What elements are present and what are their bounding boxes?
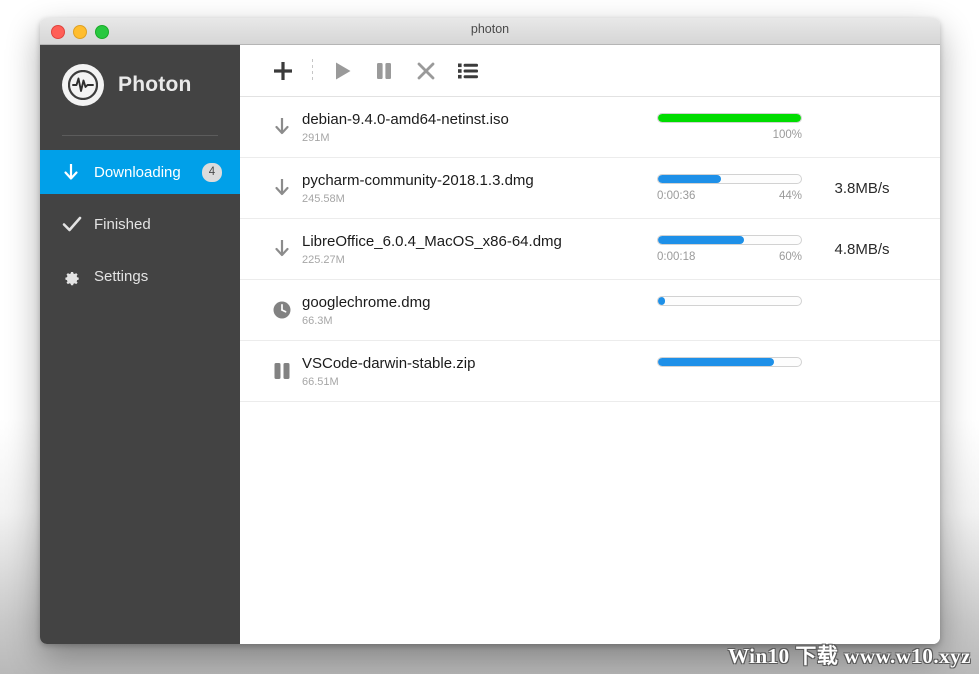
progress-fill xyxy=(658,113,801,122)
play-icon xyxy=(336,62,351,79)
file-name: pycharm-community-2018.1.3.dmg xyxy=(302,171,534,189)
download-speed: 3.8MB/s xyxy=(834,179,890,197)
sidebar-item-label: Downloading xyxy=(94,163,181,181)
progress-bar xyxy=(657,234,802,245)
progress-bar xyxy=(657,112,802,123)
table-row[interactable]: pycharm-community-2018.1.3.dmg 245.58M 0… xyxy=(240,158,940,219)
sidebar-item-label: Settings xyxy=(94,267,149,285)
download-info: googlechrome.dmg 66.3M xyxy=(302,293,657,328)
progress-meta: 100% xyxy=(657,129,802,142)
table-row[interactable]: debian-9.4.0-amd64-netinst.iso 291M 100% xyxy=(240,97,940,158)
downloading-count-badge: 4 xyxy=(202,162,222,182)
nav-spacer-2 xyxy=(40,246,240,254)
toolbar-separator xyxy=(312,58,313,83)
file-size: 66.3M xyxy=(302,314,333,327)
table-row[interactable]: LibreOffice_6.0.4_MacOS_x86-64.dmg 225.2… xyxy=(240,219,940,280)
file-name: googlechrome.dmg xyxy=(302,293,431,311)
sidebar: Photon Downloading 4 Finished Settings xyxy=(40,45,240,644)
waveform-circle-icon xyxy=(62,64,104,106)
remove-button[interactable] xyxy=(405,51,447,91)
toolbar xyxy=(240,45,940,97)
progress-fill xyxy=(658,235,744,244)
download-info: pycharm-community-2018.1.3.dmg 245.58M xyxy=(302,171,657,206)
file-size: 225.27M xyxy=(302,253,345,266)
file-name: VSCode-darwin-stable.zip xyxy=(302,354,476,372)
app-window: photon Photon Downloading 4 Finished Set… xyxy=(40,18,940,644)
progress-meta: 0:00:18 60% xyxy=(657,251,802,264)
percent-label: 60% xyxy=(778,250,802,263)
sidebar-item-finished[interactable]: Finished xyxy=(40,202,240,246)
sidebar-item-label: Finished xyxy=(94,215,151,233)
progress-fill xyxy=(658,357,774,366)
clock-icon xyxy=(262,300,302,320)
download-info: LibreOffice_6.0.4_MacOS_x86-64.dmg 225.2… xyxy=(302,232,657,267)
progress-bar xyxy=(657,173,802,184)
brand: Photon xyxy=(40,45,240,125)
main-panel: debian-9.4.0-amd64-netinst.iso 291M 100% xyxy=(240,45,940,644)
download-info: VSCode-darwin-stable.zip 66.51M xyxy=(302,354,657,389)
file-size: 66.51M xyxy=(302,375,339,388)
plus-icon xyxy=(274,61,292,80)
download-list: debian-9.4.0-amd64-netinst.iso 291M 100% xyxy=(240,97,940,644)
progress-column: 0:00:36 44% xyxy=(657,173,802,203)
percent-label: 44% xyxy=(778,189,802,202)
progress-column: 0:00:18 60% xyxy=(657,234,802,264)
time-remaining: 0:00:18 xyxy=(657,250,696,263)
progress-fill xyxy=(658,296,666,305)
progress-bar xyxy=(657,356,802,367)
sidebar-item-settings[interactable]: Settings xyxy=(40,254,240,298)
resume-button[interactable] xyxy=(321,51,363,91)
table-row[interactable]: VSCode-darwin-stable.zip 66.51M xyxy=(240,341,940,402)
progress-column xyxy=(657,356,802,386)
brand-name: Photon xyxy=(118,73,192,96)
progress-bar xyxy=(657,295,802,306)
download-arrow-icon xyxy=(262,238,302,260)
nav-spacer-1 xyxy=(40,194,240,202)
pause-button[interactable] xyxy=(363,51,405,91)
progress-meta xyxy=(657,373,802,386)
list-view-button[interactable] xyxy=(447,51,489,91)
pause-icon xyxy=(377,62,391,79)
gear-icon xyxy=(62,267,88,286)
progress-meta xyxy=(657,312,802,325)
progress-meta: 0:00:36 44% xyxy=(657,190,802,203)
download-speed: 4.8MB/s xyxy=(834,240,890,258)
file-size: 291M xyxy=(302,131,330,144)
time-remaining: 0:00:36 xyxy=(657,189,696,202)
site-watermark: Win10 下载 www.w10.xyz xyxy=(728,644,971,668)
title-bar: photon xyxy=(40,18,940,45)
download-arrow-icon xyxy=(262,116,302,138)
download-arrow-icon xyxy=(262,177,302,199)
progress-column xyxy=(657,295,802,325)
check-icon xyxy=(62,215,88,233)
progress-fill xyxy=(658,174,721,183)
progress-column: 100% xyxy=(657,112,802,142)
pause-icon xyxy=(262,360,302,382)
window-body: Photon Downloading 4 Finished Settings d… xyxy=(40,45,940,644)
window-title: photon xyxy=(470,22,510,36)
download-arrow-icon xyxy=(62,162,88,182)
percent-label: 100% xyxy=(772,128,802,141)
file-name: debian-9.4.0-amd64-netinst.iso xyxy=(302,110,509,128)
download-info: debian-9.4.0-amd64-netinst.iso 291M xyxy=(302,110,657,145)
sidebar-item-downloading[interactable]: Downloading 4 xyxy=(40,150,240,194)
close-x-icon xyxy=(417,62,435,79)
file-name: LibreOffice_6.0.4_MacOS_x86-64.dmg xyxy=(302,232,562,250)
sidebar-divider xyxy=(62,135,218,136)
list-icon xyxy=(458,63,478,78)
table-row[interactable]: googlechrome.dmg 66.3M xyxy=(240,280,940,341)
add-download-button[interactable] xyxy=(262,51,304,91)
file-size: 245.58M xyxy=(302,192,345,205)
